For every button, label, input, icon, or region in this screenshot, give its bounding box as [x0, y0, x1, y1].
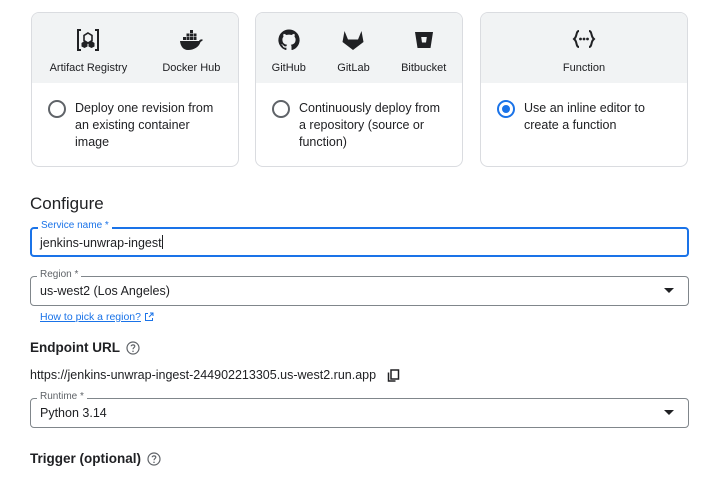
endpoint-url-row: https://jenkins-unwrap-ingest-2449022133… — [30, 368, 400, 382]
radio-repository[interactable] — [272, 100, 290, 118]
source-label: Docker Hub — [162, 62, 221, 74]
card-header: Artifact Registry Docker Hub — [32, 13, 238, 83]
source-gitlab: GitLab — [337, 27, 370, 74]
region-label: Region * — [37, 269, 82, 281]
option-text: Deploy one revision from an existing con… — [75, 101, 214, 149]
endpoint-url-value: https://jenkins-unwrap-ingest-2449022133… — [30, 368, 377, 382]
source-label: GitHub — [271, 62, 306, 74]
endpoint-url-heading: Endpoint URL — [30, 340, 140, 355]
source-github: GitHub — [272, 27, 306, 74]
chevron-down-icon[interactable] — [664, 410, 674, 415]
region-select[interactable]: Region * us-west2 (Los Angeles) — [30, 269, 689, 306]
radio-function[interactable] — [497, 100, 515, 118]
trigger-title: Trigger (optional) — [30, 451, 141, 466]
source-card-container-image[interactable]: Artifact Registry Docker Hub Deploy one … — [31, 12, 239, 167]
card-option[interactable]: Deploy one revision from an existing con… — [32, 83, 238, 151]
radio-container-image[interactable] — [48, 100, 66, 118]
card-header: Function — [481, 13, 687, 83]
endpoint-url-title: Endpoint URL — [30, 340, 120, 355]
service-name-input[interactable]: jenkins-unwrap-ingest — [40, 235, 640, 250]
trigger-heading: Trigger (optional) — [30, 451, 161, 466]
source-label: Artifact Registry — [49, 62, 128, 74]
service-name-field[interactable]: Service name * jenkins-unwrap-ingest — [30, 220, 689, 257]
region-help-link-text: How to pick a region? — [40, 311, 141, 323]
gitlab-icon — [342, 31, 364, 50]
option-text: Continuously deploy from a repository (s… — [299, 101, 441, 149]
runtime-select[interactable]: Runtime * Python 3.14 — [30, 391, 689, 428]
artifact-registry-icon — [77, 29, 100, 51]
card-header: GitHub GitLab Bitbucket — [256, 13, 462, 83]
source-docker-hub: Docker Hub — [162, 27, 220, 74]
service-name-label: Service name * — [38, 220, 112, 232]
function-icon — [572, 30, 596, 48]
source-function: Function — [563, 27, 605, 74]
source-bitbucket: Bitbucket — [401, 27, 446, 74]
configure-title: Configure — [30, 194, 104, 213]
service-name-value: jenkins-unwrap-ingest — [40, 236, 162, 250]
text-caret — [161, 235, 163, 249]
source-card-function[interactable]: Function Use an inline editor to create … — [480, 12, 688, 167]
source-label: GitLab — [337, 62, 370, 74]
source-artifact-registry: Artifact Registry — [49, 27, 128, 74]
card-option[interactable]: Use an inline editor to create a functio… — [481, 83, 687, 134]
bitbucket-icon — [414, 32, 433, 48]
runtime-label: Runtime * — [37, 391, 87, 403]
region-help-link[interactable]: How to pick a region? — [40, 311, 154, 323]
source-card-repository[interactable]: GitHub GitLab Bitbucket Continuously dep… — [255, 12, 463, 167]
external-link-icon — [144, 312, 154, 321]
card-option[interactable]: Continuously deploy from a repository (s… — [256, 83, 462, 151]
help-icon[interactable] — [126, 340, 140, 355]
option-text: Use an inline editor to create a functio… — [524, 101, 645, 132]
docker-hub-icon — [180, 30, 204, 50]
copy-icon[interactable] — [387, 368, 400, 382]
github-icon — [278, 29, 300, 51]
source-label: Function — [562, 62, 606, 74]
source-label: Bitbucket — [401, 62, 447, 74]
runtime-value: Python 3.14 — [40, 406, 107, 420]
help-icon[interactable] — [147, 451, 161, 466]
chevron-down-icon[interactable] — [664, 288, 674, 293]
region-value: us-west2 (Los Angeles) — [40, 284, 170, 298]
